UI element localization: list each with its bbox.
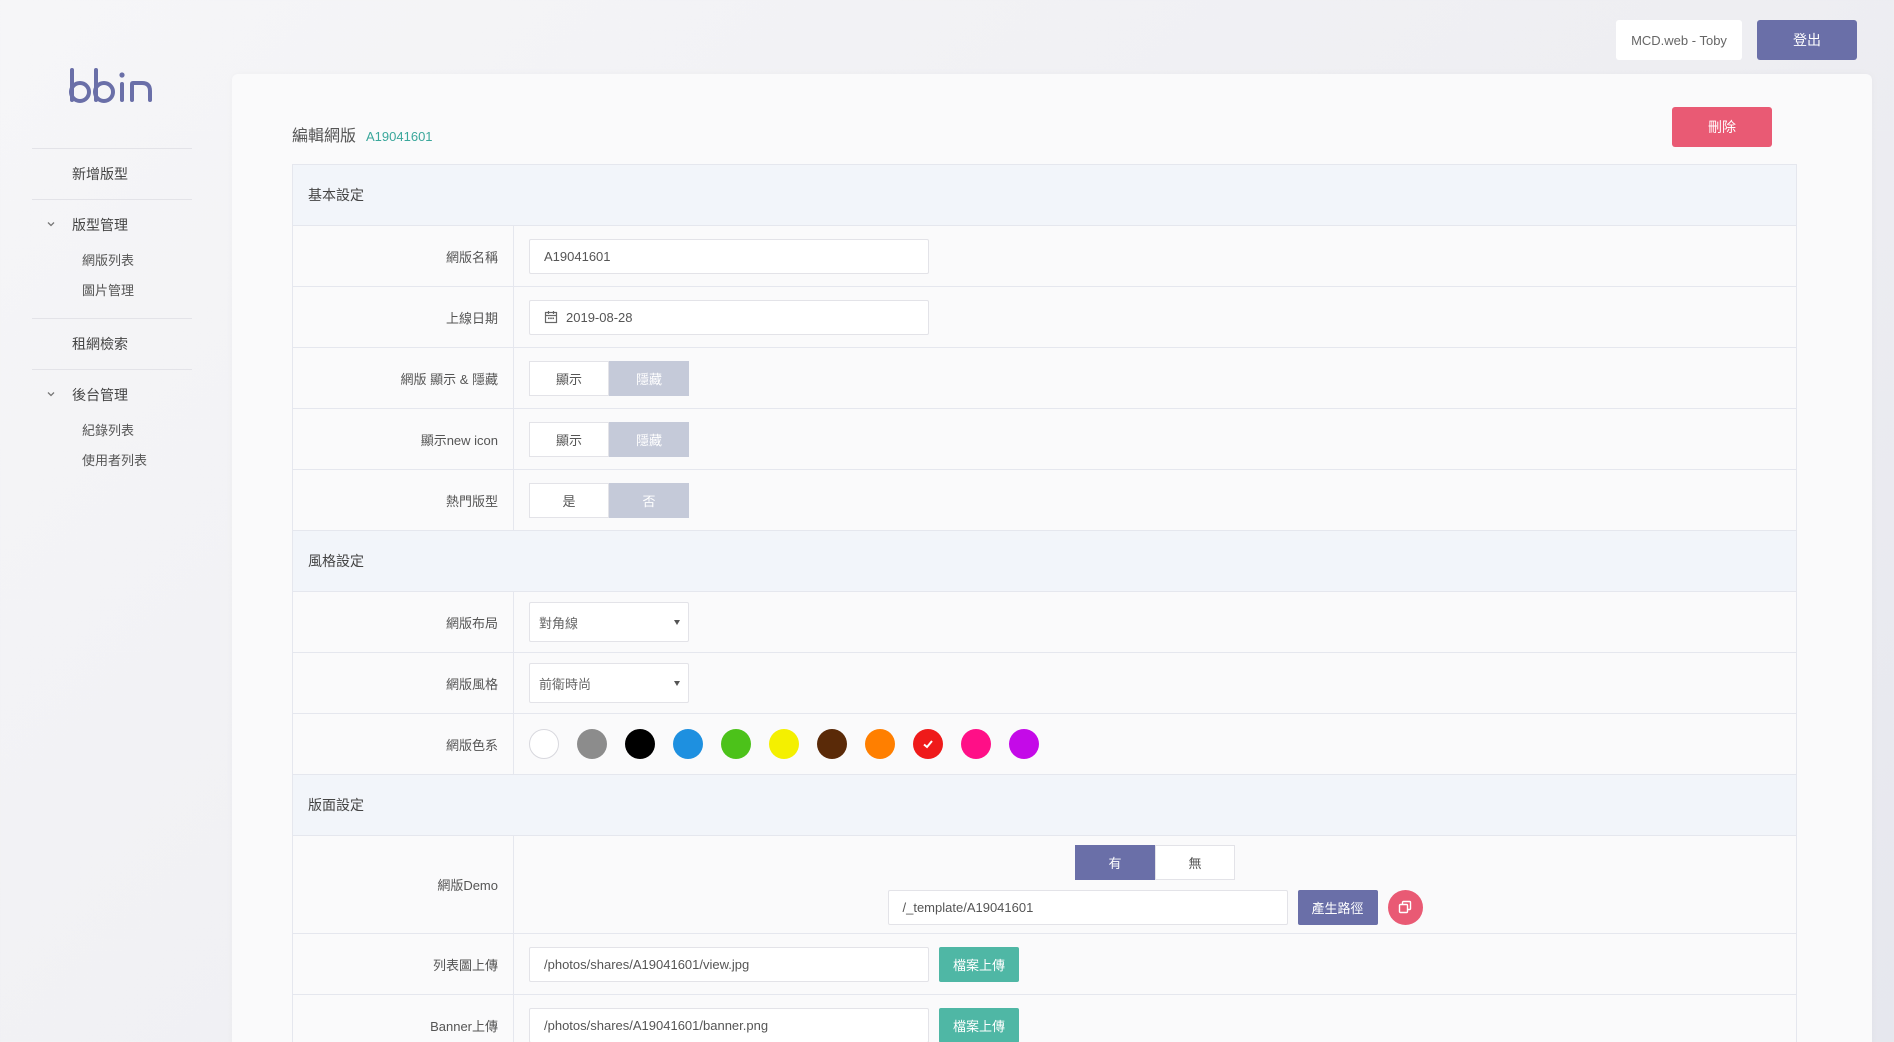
style-select[interactable]: 前衛時尚 [529, 663, 689, 703]
row-layout: 網版布局 對角線 [293, 592, 1796, 653]
row-template-name: 網版名稱 A19041601 [293, 226, 1796, 287]
sidebar: 新增版型 版型管理 網版列表 圖片管理 租網檢索 後台管理 紀錄列表 使用者列表 [0, 0, 232, 1042]
hot-template-toggle: 是 否 [529, 482, 689, 518]
color-swatch[interactable] [529, 729, 559, 759]
page-header: 編輯網版 A19041601 [292, 122, 433, 146]
color-swatch[interactable] [1009, 729, 1039, 759]
field-label: 網版名稱 [293, 226, 514, 286]
hot-no-option[interactable]: 否 [609, 482, 689, 518]
copy-icon [1398, 900, 1412, 914]
field-label: 上線日期 [293, 287, 514, 347]
sidebar-nav: 新增版型 版型管理 網版列表 圖片管理 租網檢索 後台管理 紀錄列表 使用者列表 [32, 148, 192, 488]
row-style: 網版風格 前衛時尚 [293, 653, 1796, 714]
new-icon-show-option[interactable]: 顯示 [529, 421, 609, 457]
sidebar-item-label: 新增版型 [72, 166, 128, 182]
color-swatch[interactable] [577, 729, 607, 759]
layout-select[interactable]: 對角線 [529, 602, 689, 642]
color-swatch[interactable] [817, 729, 847, 759]
template-name-input[interactable]: A19041601 [529, 238, 929, 274]
generate-path-button[interactable]: 產生路徑 [1297, 889, 1378, 925]
field-label: 網版風格 [293, 653, 514, 713]
main-card: 編輯網版 A19041601 刪除 基本設定 網版名稱 A19041601 上線… [232, 74, 1872, 1042]
caret-down-icon [674, 620, 680, 625]
sidebar-item-admin-management[interactable]: 後台管理 [32, 370, 192, 420]
field-label: 網版色系 [293, 714, 514, 774]
row-launch-date: 上線日期 2019-08-28 [293, 287, 1796, 348]
row-banner: Banner上傳 /photos/shares/A19041601/banner… [293, 995, 1796, 1042]
calendar-icon [544, 311, 558, 324]
section-style-settings: 風格設定 [293, 531, 1796, 592]
color-swatch[interactable] [721, 729, 751, 759]
banner-path-input[interactable]: /photos/shares/A19041601/banner.png [529, 1007, 929, 1042]
sidebar-item-label: 租網檢索 [72, 336, 128, 352]
visibility-hide-option[interactable]: 隱藏 [609, 360, 689, 396]
field-label: 網版Demo [293, 836, 514, 933]
current-user: MCD.web - Toby [1616, 20, 1742, 60]
list-image-path-input[interactable]: /photos/shares/A19041601/view.jpg [529, 946, 929, 982]
sidebar-item-image-management[interactable]: 圖片管理 [32, 274, 192, 304]
field-label: Banner上傳 [293, 995, 514, 1042]
caret-down-icon [674, 681, 680, 686]
field-label: 列表圖上傳 [293, 934, 514, 994]
color-swatch[interactable] [769, 729, 799, 759]
field-label: 網版 顯示 & 隱藏 [293, 348, 514, 408]
color-swatch[interactable] [913, 729, 943, 759]
copy-button[interactable] [1387, 889, 1423, 925]
row-color-scheme: 網版色系 [293, 714, 1796, 775]
color-swatch[interactable] [673, 729, 703, 759]
field-label: 熱門版型 [293, 470, 514, 530]
field-label: 顯示new icon [293, 409, 514, 469]
page-title: 編輯網版 [292, 128, 357, 145]
sidebar-item-rental-search[interactable]: 租網檢索 [32, 319, 192, 369]
bbin-logo [69, 68, 152, 103]
row-list-image: 列表圖上傳 /photos/shares/A19041601/view.jpg … [293, 934, 1796, 995]
sidebar-item-label: 紀錄列表 [82, 422, 135, 438]
row-demo: 網版Demo 有 無 /_template/A19041601 產生路徑 [293, 836, 1796, 934]
sidebar-item-label: 版型管理 [72, 217, 128, 233]
launch-date-input[interactable]: 2019-08-28 [529, 299, 929, 335]
chevron-down-icon [47, 392, 55, 397]
layout-select-value: 對角線 [539, 615, 579, 631]
sidebar-subgroup: 紀錄列表 使用者列表 [32, 414, 192, 488]
demo-toggle: 有 無 [1075, 844, 1235, 880]
visibility-show-option[interactable]: 顯示 [529, 360, 609, 396]
row-hot-template: 熱門版型 是 否 [293, 470, 1796, 531]
sidebar-item-user-list[interactable]: 使用者列表 [32, 444, 192, 474]
template-code: A19041601 [366, 129, 433, 144]
color-swatch[interactable] [961, 729, 991, 759]
section-layout-settings: 版面設定 [293, 775, 1796, 836]
logout-button[interactable]: 登出 [1757, 20, 1857, 60]
new-icon-hide-option[interactable]: 隱藏 [609, 421, 689, 457]
chevron-down-icon [47, 222, 55, 227]
launch-date-value: 2019-08-28 [566, 309, 633, 325]
list-image-upload-button[interactable]: 檔案上傳 [939, 946, 1019, 982]
sidebar-item-label: 網版列表 [82, 252, 135, 268]
sidebar-item-label: 圖片管理 [82, 282, 135, 298]
row-new-icon: 顯示new icon 顯示 隱藏 [293, 409, 1796, 470]
sidebar-item-new-template[interactable]: 新增版型 [32, 149, 192, 199]
visibility-toggle: 顯示 隱藏 [529, 360, 689, 396]
edit-form: 基本設定 網版名稱 A19041601 上線日期 2019-08-28 網版 顯… [292, 164, 1797, 1042]
section-basic-settings: 基本設定 [293, 165, 1796, 226]
hot-yes-option[interactable]: 是 [529, 482, 609, 518]
sidebar-subgroup: 網版列表 圖片管理 [32, 244, 192, 318]
new-icon-toggle: 顯示 隱藏 [529, 421, 689, 457]
demo-no-option[interactable]: 無 [1155, 844, 1235, 880]
sidebar-item-template-management[interactable]: 版型管理 [32, 200, 192, 250]
sidebar-item-label: 後台管理 [72, 387, 128, 403]
banner-upload-button[interactable]: 檔案上傳 [939, 1007, 1019, 1042]
style-select-value: 前衛時尚 [539, 676, 592, 692]
color-swatch[interactable] [865, 729, 895, 759]
color-swatch[interactable] [625, 729, 655, 759]
demo-yes-option[interactable]: 有 [1075, 844, 1155, 880]
delete-button[interactable]: 刪除 [1672, 107, 1772, 147]
check-icon [923, 740, 933, 749]
demo-path-input[interactable]: /_template/A19041601 [887, 889, 1288, 925]
row-visibility: 網版 顯示 & 隱藏 顯示 隱藏 [293, 348, 1796, 409]
color-swatches [529, 729, 1039, 759]
sidebar-item-label: 使用者列表 [82, 452, 148, 468]
field-label: 網版布局 [293, 592, 514, 652]
